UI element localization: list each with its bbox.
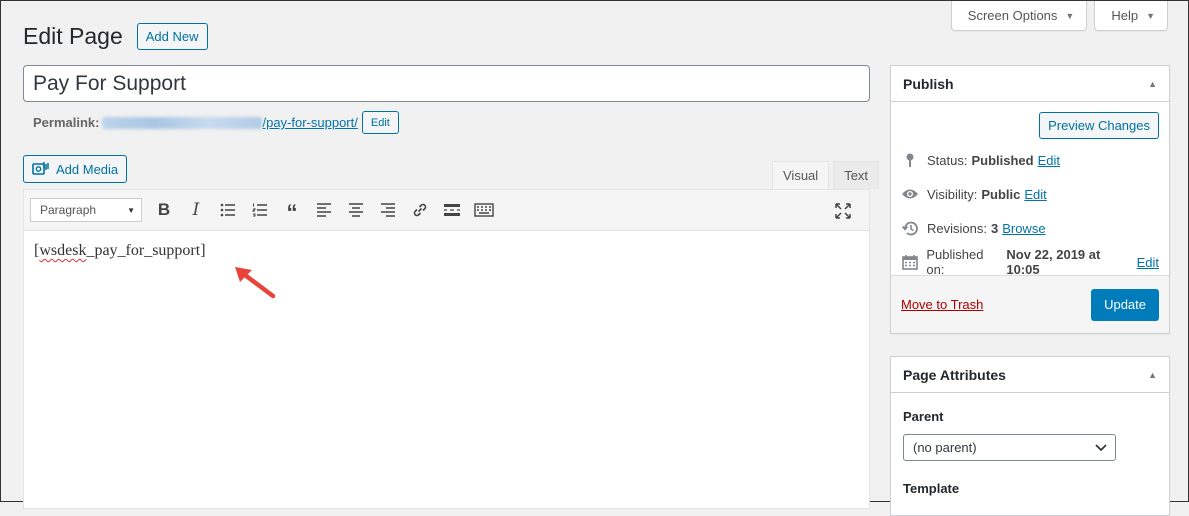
- italic-icon[interactable]: I: [180, 195, 212, 225]
- caret-down-icon: ▼: [1065, 10, 1075, 21]
- help-button[interactable]: Help ▼: [1094, 1, 1168, 31]
- major-publishing-actions: Move to Trash Update: [891, 275, 1169, 333]
- toolbar-toggle-icon[interactable]: [468, 195, 500, 225]
- status-edit-link[interactable]: Edit: [1038, 153, 1060, 168]
- visibility-row: Visibility: Public Edit: [901, 177, 1159, 211]
- link-icon[interactable]: [404, 195, 436, 225]
- collapse-toggle-icon[interactable]: ▲: [1148, 79, 1157, 89]
- screen-meta-links: Screen Options ▼ Help ▼: [950, 1, 1168, 31]
- bold-icon[interactable]: B: [148, 195, 180, 225]
- permalink-label: Permalink:: [33, 115, 100, 130]
- editor-toolbar: Paragraph ▼ B I “: [24, 190, 869, 231]
- eye-icon: [901, 188, 919, 200]
- media-icon: [32, 160, 50, 179]
- add-media-button[interactable]: Add Media: [23, 155, 128, 183]
- add-new-button[interactable]: Add New: [136, 23, 208, 50]
- revisions-value: 3: [990, 220, 999, 236]
- editor-content[interactable]: [wsdesk_pay_for_support]: [24, 231, 869, 271]
- tab-visual[interactable]: Visual: [772, 161, 830, 189]
- screen-options-button[interactable]: Screen Options ▼: [950, 1, 1088, 31]
- page-heading: Edit Page Add New: [23, 23, 208, 50]
- align-left-icon[interactable]: [308, 195, 340, 225]
- revisions-browse-link[interactable]: Browse: [1002, 221, 1045, 236]
- permalink-row: Permalink: /pay-for-support/ Edit: [33, 111, 399, 134]
- permalink-link[interactable]: /pay-for-support/: [262, 115, 357, 130]
- page-title: Edit Page: [23, 23, 123, 49]
- annotation-arrow-icon: [235, 267, 276, 299]
- publish-box-title: Publish: [903, 75, 954, 92]
- published-on-label: Published on:: [926, 247, 984, 277]
- published-on-value: Nov 22, 2019 at 10:05: [1006, 247, 1101, 277]
- status-label: Status:: [927, 152, 968, 168]
- align-center-icon[interactable]: [340, 195, 372, 225]
- move-to-trash-link[interactable]: Move to Trash: [901, 297, 983, 312]
- align-right-icon[interactable]: [372, 195, 404, 225]
- permalink-edit-button[interactable]: Edit: [361, 111, 399, 134]
- page-attributes-box: Page Attributes ▲ Parent (no parent) Tem…: [890, 356, 1170, 516]
- help-label: Help: [1111, 8, 1139, 23]
- publish-box: Publish ▲ Preview Changes Status: Publis…: [890, 65, 1170, 334]
- parent-label: Parent: [903, 409, 944, 424]
- page-attributes-header[interactable]: Page Attributes ▲: [891, 357, 1169, 393]
- calendar-icon: [901, 254, 918, 270]
- pin-icon: [901, 152, 919, 168]
- publish-box-header[interactable]: Publish ▲: [891, 66, 1169, 102]
- tab-text[interactable]: Text: [833, 161, 880, 189]
- parent-select[interactable]: (no parent): [903, 434, 1116, 461]
- editor-tabs: Visual Text: [772, 161, 880, 189]
- format-select[interactable]: Paragraph ▼: [30, 198, 142, 222]
- fullscreen-icon[interactable]: [827, 196, 859, 226]
- template-label: Template: [903, 481, 960, 496]
- bulleted-list-icon[interactable]: [212, 195, 244, 225]
- add-media-label: Add Media: [56, 161, 119, 177]
- numbered-list-icon[interactable]: [244, 195, 276, 225]
- revisions-label: Revisions:: [927, 220, 987, 236]
- screen-options-label: Screen Options: [967, 8, 1058, 23]
- content-editor: Paragraph ▼ B I “ [wsdesk_pay_for_suppor…: [23, 189, 870, 509]
- revisions-row: Revisions: 3 Browse: [901, 211, 1159, 245]
- published-on-row: Published on: Nov 22, 2019 at 10:05 Edit: [901, 245, 1159, 279]
- caret-down-icon: ▼: [1146, 10, 1155, 21]
- chevron-down-icon: [1095, 440, 1107, 455]
- visibility-label: Visibility:: [927, 186, 978, 202]
- update-button[interactable]: Update: [1091, 288, 1159, 321]
- page-attributes-title: Page Attributes: [903, 366, 1006, 383]
- permalink-domain-redacted: [102, 116, 263, 129]
- history-icon: [901, 220, 919, 237]
- post-title-input[interactable]: Pay For Support: [23, 65, 870, 102]
- caret-down-icon: ▼: [127, 205, 135, 215]
- collapse-toggle-icon[interactable]: ▲: [1148, 370, 1157, 380]
- parent-select-value: (no parent): [913, 440, 977, 455]
- preview-changes-button[interactable]: Preview Changes: [1039, 112, 1159, 139]
- read-more-icon[interactable]: [436, 195, 468, 225]
- status-value: Published: [971, 152, 1034, 168]
- visibility-edit-link[interactable]: Edit: [1024, 187, 1046, 202]
- visibility-value: Public: [981, 186, 1021, 202]
- shortcode-text: _pay_for_support]: [86, 242, 206, 259]
- publish-misc: Status: Published Edit Visibility: Publi…: [891, 139, 1169, 279]
- published-on-edit-link[interactable]: Edit: [1137, 255, 1159, 270]
- misspelled-word: wsdesk: [39, 242, 87, 259]
- blockquote-icon[interactable]: “: [276, 195, 308, 225]
- status-row: Status: Published Edit: [901, 143, 1159, 177]
- format-select-value: Paragraph: [40, 203, 97, 217]
